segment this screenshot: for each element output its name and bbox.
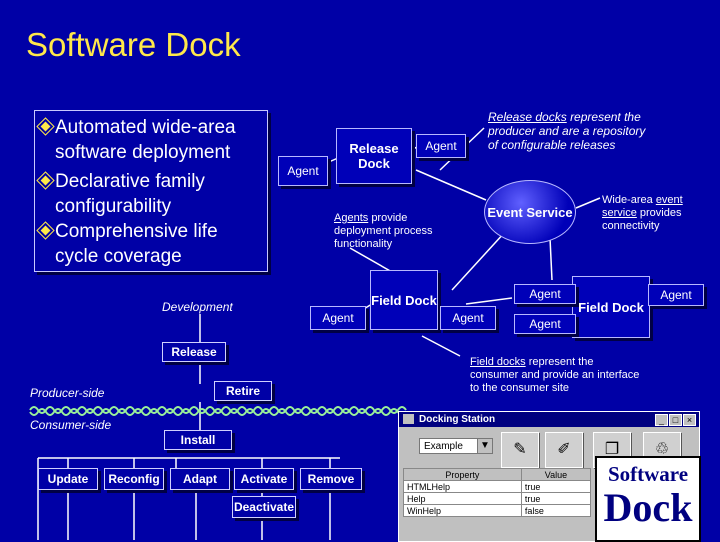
agent-box: Agent [440,306,496,330]
configure-tool-icon[interactable]: ✐ [545,432,583,468]
window-menu-icon[interactable] [403,414,414,424]
note-link: Field docks [470,356,526,368]
table-cell: WinHelp [403,504,522,517]
note-text: Wide-area [602,194,653,206]
deactivate-step: Deactivate [232,496,296,518]
close-icon[interactable]: × [683,414,696,426]
field-docks-note: Field docks represent the consumer and p… [470,356,640,395]
table-cell: true [520,480,592,493]
column-header: Property [403,468,522,481]
note-link: Release docks [488,110,567,124]
release-step: Release [162,342,226,362]
agents-note: Agents provide deployment process functi… [334,212,456,251]
adapt-step: Adapt [170,468,230,490]
release-dock-box: Release Dock [336,128,412,184]
agent-box: Agent [514,284,576,304]
table-cell: false [520,504,592,517]
consumer-side-label: Consumer-side [30,418,112,432]
maximize-icon[interactable]: □ [669,414,682,426]
table-row[interactable]: Help true [403,492,592,505]
reconfig-step: Reconfig [104,468,164,490]
properties-table: Property Value HTMLHelp true Help true WinH… [403,468,592,517]
update-step: Update [38,468,98,490]
table-cell: HTMLHelp [403,480,522,493]
edit-tool-icon[interactable]: ✎ [501,432,539,468]
table-cell: true [520,492,592,505]
logo-text: Dock [603,485,693,530]
select-value: Example [424,441,463,452]
minimize-icon[interactable]: _ [655,414,668,426]
field-dock-box: Field Dock [572,276,650,338]
development-label: Development [162,300,233,314]
window-titlebar: Docking Station [399,412,699,427]
table-header-row: Property Value [403,468,592,481]
event-service-note: Wide-area event service provides connect… [602,194,702,233]
remove-step: Remove [300,468,362,490]
producer-side-label: Producer-side [30,386,105,400]
docking-station-window: Docking Station _ □ × Example ▼ ✎ ✐ ❐ ♲ … [398,411,701,542]
agent-box: Agent [278,156,328,186]
retire-step: Retire [214,381,272,401]
agent-box: Agent [514,314,576,334]
table-row[interactable]: HTMLHelp true [403,480,592,493]
note-link: Agents [334,212,369,224]
activate-step: Activate [234,468,294,490]
chevron-down-icon[interactable]: ▼ [477,439,492,453]
release-docks-note: Release docks represent the producer and… [488,110,658,152]
table-cell: Help [403,492,522,505]
agent-box: Agent [310,306,366,330]
agent-box: Agent [416,134,466,158]
field-dock-box: Field Dock [370,270,438,330]
example-select[interactable]: Example ▼ [419,438,493,454]
software-dock-logo: Software Dock [595,456,701,542]
column-header: Value [520,468,592,481]
event-service-node: Event Service [484,180,576,244]
install-step: Install [164,430,232,450]
agent-box: Agent [648,284,704,306]
table-row[interactable]: WinHelp false [403,504,592,517]
logo-text: Software [607,462,689,486]
